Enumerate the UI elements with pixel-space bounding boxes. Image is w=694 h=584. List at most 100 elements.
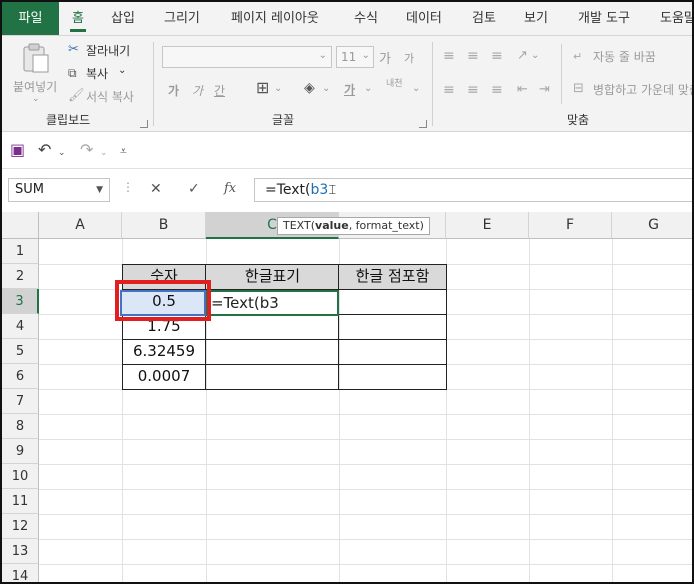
alignment-group: ≡ ≡ ≡ ↗ ⌄ ≡ ≡ ≡ ⇤ ⇥ ↵ 자동 줄 바꿈 ⊟ 병합하고 가운데… — [433, 36, 692, 132]
merge-center-icon: ⊟ — [573, 81, 584, 96]
cut-button[interactable]: 잘라내기 — [86, 42, 130, 59]
column-header-g[interactable]: G — [612, 212, 692, 239]
name-box[interactable]: SUM ▼ — [8, 178, 110, 202]
insert-function-button[interactable]: fx — [224, 181, 236, 196]
align-middle-icon[interactable]: ≡ — [467, 48, 479, 64]
font-color-dropdown-icon[interactable]: ⌄ — [364, 83, 372, 94]
tab-help[interactable]: 도움말 — [660, 2, 692, 35]
column-header-f[interactable]: F — [529, 212, 612, 239]
fill-color-icon[interactable]: ◈ — [304, 80, 315, 96]
italic-button[interactable]: 가 — [192, 82, 203, 99]
format-painter-button[interactable]: 서식 복사 — [86, 88, 134, 105]
row-header-13[interactable]: 13 — [2, 539, 39, 564]
font-name-select[interactable]: ⌄ — [162, 46, 332, 68]
phonetic-dropdown-icon[interactable]: ⌄ — [412, 83, 420, 94]
align-right-icon[interactable]: ≡ — [491, 82, 503, 98]
clipboard-group-label: 클립보드 — [46, 113, 91, 127]
bold-button[interactable]: 가 — [168, 82, 179, 99]
text-cursor-icon: ⌶ — [328, 183, 337, 198]
column-header-b[interactable]: B — [122, 212, 206, 239]
tab-home[interactable]: 홈 — [70, 2, 86, 35]
underline-button[interactable]: 간 — [214, 82, 225, 99]
redo-icon[interactable]: ↷ — [80, 142, 93, 158]
gridline — [39, 489, 692, 490]
cell-c3-editing[interactable]: =Text(b3 — [206, 290, 339, 316]
gridline — [529, 239, 530, 582]
align-left-icon[interactable]: ≡ — [443, 82, 455, 98]
save-icon[interactable]: ▣ — [10, 142, 25, 158]
tab-developer[interactable]: 개발 도구 — [578, 2, 630, 35]
enter-icon[interactable]: ✓ — [188, 181, 200, 197]
formula-prefix: =Text( — [265, 182, 311, 198]
function-tooltip[interactable]: TEXT(value, format_text) — [277, 217, 430, 235]
copy-button[interactable]: 복사 — [86, 65, 108, 82]
header-cell-korean-point[interactable]: 한글 점포함 — [339, 264, 446, 289]
borders-icon[interactable]: ⊞ — [256, 80, 269, 96]
phonetic-guide-button[interactable]: 내천 — [386, 80, 404, 89]
grow-font-button[interactable]: 가 — [379, 48, 391, 67]
row-header-12[interactable]: 12 — [2, 514, 39, 539]
name-box-dropdown-icon[interactable]: ▼ — [96, 179, 103, 201]
wrap-text-button[interactable]: 자동 줄 바꿈 — [593, 48, 656, 65]
tab-page-layout[interactable]: 페이지 레이아웃 — [231, 2, 319, 35]
formula-input[interactable]: =Text(b3⌶ — [254, 178, 692, 202]
row-header-10[interactable]: 10 — [2, 464, 39, 489]
font-color-icon[interactable]: 가 — [344, 81, 355, 98]
row-header-14[interactable]: 14 — [2, 564, 39, 582]
align-bottom-icon[interactable]: ≡ — [491, 48, 503, 64]
row-header-3[interactable]: 3 — [2, 289, 39, 314]
copy-dropdown-icon[interactable]: ⌄ — [118, 65, 126, 76]
redo-dropdown-icon[interactable]: ⌄ — [100, 145, 108, 161]
font-group: ⌄ 11 ⌄ 가 가 가 가 간 ⊞ ⌄ ◈ ⌄ 가 ⌄ 내천 ⌄ 글꼴 — [154, 36, 430, 132]
paste-dropdown-icon[interactable]: ⌄ — [32, 94, 40, 104]
orientation-icon[interactable]: ↗ — [517, 48, 528, 64]
align-center-icon[interactable]: ≡ — [467, 82, 479, 98]
cell-b5[interactable]: 6.32459 — [122, 339, 206, 364]
paste-label: 붙여넣기 — [13, 80, 58, 94]
header-cell-korean[interactable]: 한글표기 — [206, 264, 339, 289]
ribbon: 붙여넣기 ⌄ ✂ 잘라내기 ⧉ 복사 ⌄ 🖌 서식 복사 클립보드 ⌄ 11 ⌄ — [2, 36, 692, 132]
align-top-icon[interactable]: ≡ — [443, 48, 455, 64]
increase-indent-icon[interactable]: ⇥ — [539, 82, 550, 98]
tab-review[interactable]: 검토 — [472, 2, 496, 35]
tooltip-function-name: TEXT( — [283, 219, 316, 232]
orientation-dropdown-icon[interactable]: ⌄ — [531, 50, 539, 61]
font-name-dropdown-icon: ⌄ — [318, 50, 327, 61]
paste-button[interactable]: 붙여넣기 ⌄ — [8, 40, 64, 104]
quick-access-toolbar: ▣ ↶ ⌄ ↷ ⌄ ⩡ — [2, 133, 692, 169]
row-header-4[interactable]: 4 — [2, 314, 39, 339]
font-launcher-icon[interactable] — [419, 120, 427, 128]
column-header-e[interactable]: E — [446, 212, 529, 239]
shrink-font-button[interactable]: 가 — [404, 50, 414, 66]
tab-view[interactable]: 보기 — [524, 2, 548, 35]
wrap-text-icon: ↵ — [573, 50, 583, 63]
tab-formulas[interactable]: 수식 — [354, 2, 378, 35]
row-header-6[interactable]: 6 — [2, 364, 39, 389]
column-header-a[interactable]: A — [39, 212, 122, 239]
formula-bar-grip-icon: ⋮ — [122, 180, 134, 194]
row-header-9[interactable]: 9 — [2, 439, 39, 464]
formula-cell-ref: b3 — [310, 182, 329, 198]
cell-b6[interactable]: 0.0007 — [122, 364, 206, 389]
row-header-1[interactable]: 1 — [2, 239, 39, 264]
undo-dropdown-icon[interactable]: ⌄ — [58, 145, 66, 161]
row-header-2[interactable]: 2 — [2, 264, 39, 289]
tab-data[interactable]: 데이터 — [406, 2, 442, 35]
undo-icon[interactable]: ↶ — [38, 142, 51, 158]
row-header-11[interactable]: 11 — [2, 489, 39, 514]
tab-insert[interactable]: 삽입 — [111, 2, 135, 35]
merge-center-button[interactable]: 병합하고 가운데 맞춤 — [593, 81, 692, 98]
cancel-icon[interactable]: ✕ — [150, 181, 162, 197]
clipboard-launcher-icon[interactable] — [140, 120, 148, 128]
row-header-7[interactable]: 7 — [2, 389, 39, 414]
font-size-select[interactable]: 11 ⌄ — [336, 46, 374, 68]
tab-draw[interactable]: 그리기 — [164, 2, 200, 35]
borders-dropdown-icon[interactable]: ⌄ — [274, 83, 282, 94]
select-all-corner[interactable] — [2, 212, 39, 239]
row-header-8[interactable]: 8 — [2, 414, 39, 439]
fill-color-dropdown-icon[interactable]: ⌄ — [322, 83, 330, 94]
decrease-indent-icon[interactable]: ⇤ — [517, 82, 528, 98]
customize-toolbar-icon[interactable]: ⩡ — [120, 143, 127, 159]
tab-file[interactable]: 파일 — [2, 2, 59, 35]
row-header-5[interactable]: 5 — [2, 339, 39, 364]
